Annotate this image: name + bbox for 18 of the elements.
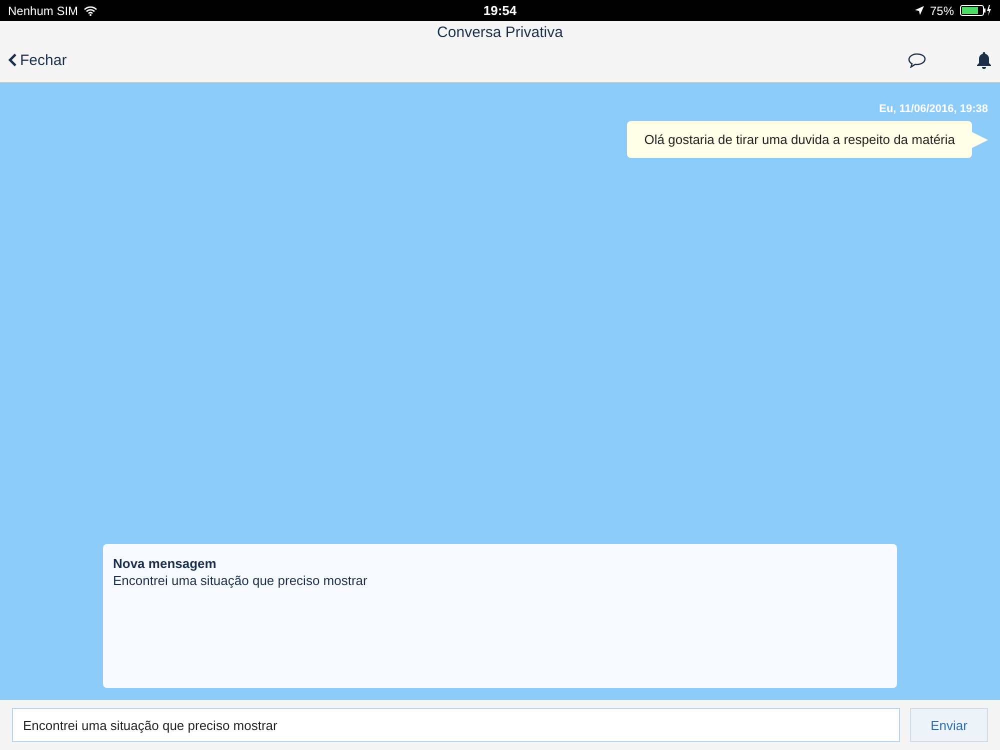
location-arrow-icon — [914, 6, 924, 15]
send-button[interactable]: Enviar — [910, 708, 988, 742]
back-button[interactable]: Fechar — [8, 52, 67, 68]
message-timestamp: Eu, 11/06/2016, 19:38 — [879, 103, 988, 115]
card-text: Encontrei uma situação que preciso mostrar — [113, 573, 368, 588]
bubble-tail-icon — [972, 132, 988, 148]
bell-icon[interactable] — [976, 51, 992, 69]
status-time: 19:54 — [483, 3, 517, 18]
chevron-left-icon — [8, 53, 17, 67]
message-input-field[interactable]: Encontrei uma situação que preciso mostrar — [12, 708, 900, 742]
battery-icon — [960, 5, 992, 16]
wifi-icon — [84, 6, 98, 16]
chat-bubble-icon[interactable] — [908, 52, 926, 68]
battery-percent: 75% — [930, 4, 954, 18]
card-title: Nova mensagem — [113, 556, 218, 571]
carrier-name: Nenhum SIM — [8, 4, 78, 18]
message-bubble: Olá gostaria de tirar uma duvida a respeito da matéria — [627, 121, 972, 158]
screen-title: Conversa Privativa — [436, 23, 564, 41]
